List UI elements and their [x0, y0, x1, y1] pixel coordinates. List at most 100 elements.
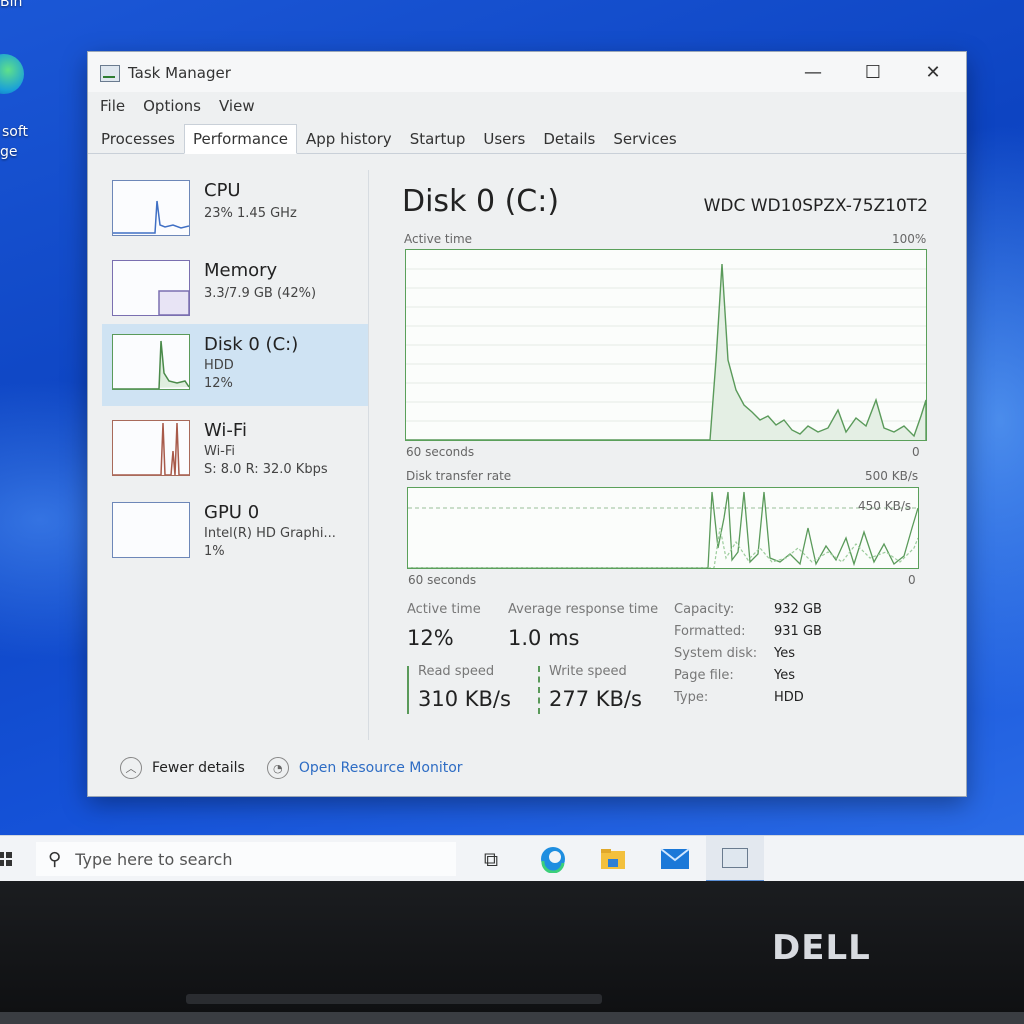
resource-monitor-icon: ◔	[266, 757, 289, 779]
active-time-graph-max: 100%	[892, 232, 927, 246]
fewer-details-label: Fewer details	[152, 760, 245, 776]
property-value: Yes	[774, 646, 795, 661]
sidebar-item-detail: Wi-Fi	[204, 444, 236, 459]
sidebar-item-label: Wi-Fi	[204, 420, 247, 441]
write-speed-label: Write speed	[549, 664, 627, 679]
open-resource-monitor-link[interactable]: ◔ Open Resource Monitor	[266, 757, 463, 779]
transfer-rate-graph-label: Disk transfer rate	[406, 469, 512, 483]
sidebar-item-detail-2: 1%	[204, 544, 225, 559]
read-speed-marker	[407, 666, 409, 714]
fewer-details-button[interactable]: ︿ Fewer details	[120, 757, 245, 779]
property-value: 931 GB	[774, 624, 822, 639]
transfer-rate-graph: 450 KB/s	[407, 487, 919, 569]
tab-users[interactable]: Users	[474, 124, 534, 153]
tab-performance[interactable]: Performance	[183, 124, 298, 154]
sidebar-item-detail: Intel(R) HD Graphi...	[204, 526, 336, 541]
sidebar-item-detail-2: S: 8.0 R: 32.0 Kbps	[204, 462, 328, 477]
tab-app-history[interactable]: App history	[297, 124, 401, 153]
sidebar-item-label: GPU 0	[204, 502, 260, 523]
laptop-hinge	[186, 994, 602, 1004]
write-speed-value: 277 KB/s	[549, 687, 642, 711]
property-name: Formatted:	[674, 624, 746, 639]
minimize-button[interactable]: —	[790, 58, 836, 86]
sidebar-item-memory[interactable]: Memory 3.3/7.9 GB (42%)	[102, 250, 368, 332]
menu-bar: File Options View	[88, 92, 966, 120]
sidebar-item-detail: 3.3/7.9 GB (42%)	[204, 286, 317, 301]
property-value: HDD	[774, 690, 804, 705]
window-title: Task Manager	[128, 64, 231, 82]
open-resource-monitor-label: Open Resource Monitor	[298, 760, 463, 776]
maximize-button[interactable]: ☐	[850, 58, 896, 86]
active-time-graph-time: 60 seconds	[406, 445, 475, 459]
property-value: Yes	[774, 668, 795, 683]
wifi-thumbnail-graph	[112, 420, 190, 476]
memory-thumbnail-graph	[112, 260, 190, 316]
task-view-icon[interactable]: ⧉	[476, 844, 506, 874]
sidebar-item-cpu[interactable]: CPU 23% 1.45 GHz	[102, 170, 368, 252]
search-icon: ⚲	[48, 848, 62, 870]
start-button[interactable]	[0, 852, 12, 866]
property-name: Type:	[674, 690, 709, 705]
property-name: Page file:	[674, 668, 734, 683]
taskbar: ⚲ Type here to search ⧉	[0, 835, 1024, 882]
task-manager-icon	[100, 65, 120, 82]
mail-icon[interactable]	[660, 844, 690, 874]
sidebar-item-wifi[interactable]: Wi-Fi Wi-Fi S: 8.0 R: 32.0 Kbps	[102, 410, 368, 492]
avg-response-value: 1.0 ms	[508, 626, 580, 650]
task-manager-window: Task Manager — ☐ ✕ File Options View Pro…	[88, 52, 966, 796]
task-manager-taskbar-button[interactable]	[706, 836, 764, 882]
sidebar-item-gpu0[interactable]: GPU 0 Intel(R) HD Graphi... 1%	[102, 492, 368, 574]
menu-file[interactable]: File	[100, 97, 125, 115]
cpu-thumbnail-graph	[112, 180, 190, 236]
page-title: Disk 0 (C:)	[402, 184, 560, 219]
desktop-icon-label-edge-1[interactable]: soft	[2, 124, 28, 140]
taskbar-search[interactable]: ⚲ Type here to search	[36, 842, 456, 876]
sidebar-item-detail: 23% 1.45 GHz	[204, 206, 297, 221]
tab-details[interactable]: Details	[534, 124, 604, 153]
search-placeholder: Type here to search	[75, 849, 233, 869]
edge-icon[interactable]	[538, 844, 568, 874]
write-speed-marker	[538, 666, 540, 714]
window-footer: ︿ Fewer details ◔ Open Resource Monitor	[120, 756, 463, 780]
sidebar-item-label: Memory	[204, 260, 278, 281]
desktop-icon-label-recycle[interactable]: Bin	[0, 0, 22, 10]
read-speed-value: 310 KB/s	[418, 687, 511, 711]
sidebar-item-label: Disk 0 (C:)	[204, 334, 299, 355]
read-speed-label: Read speed	[418, 664, 495, 679]
performance-sidebar: CPU 23% 1.45 GHz Memory 3.3/7.9 GB (42%)…	[102, 170, 369, 740]
tab-bar: Processes Performance App history Startu…	[88, 124, 966, 154]
close-button[interactable]: ✕	[910, 58, 956, 86]
sidebar-item-detail: HDD	[204, 358, 234, 373]
active-time-graph-label: Active time	[404, 232, 473, 246]
edge-desktop-icon[interactable]	[0, 54, 24, 94]
title-bar[interactable]: Task Manager — ☐ ✕	[88, 52, 966, 92]
disk-model: WDC WD10SPZX-75Z10T2	[703, 196, 928, 216]
menu-view[interactable]: View	[219, 97, 255, 115]
tab-processes[interactable]: Processes	[92, 124, 184, 153]
property-name: Capacity:	[674, 602, 735, 617]
desktop-icon-label-edge-2[interactable]: ge	[0, 144, 18, 160]
transfer-rate-graph-max: 500 KB/s	[865, 469, 919, 483]
laptop-base	[0, 1012, 1024, 1024]
active-time-graph-min: 0	[912, 445, 920, 459]
active-time-graph-svg	[406, 263, 926, 440]
sidebar-item-disk0[interactable]: Disk 0 (C:) HDD 12%	[102, 324, 368, 406]
file-explorer-icon[interactable]	[598, 844, 628, 874]
active-time-label: Active time	[407, 602, 481, 617]
task-manager-taskbar-icon	[722, 848, 748, 868]
menu-options[interactable]: Options	[143, 97, 201, 115]
sidebar-item-detail-2: 12%	[204, 376, 233, 391]
sidebar-item-label: CPU	[204, 180, 241, 201]
avg-response-label: Average response time	[508, 602, 659, 617]
gpu-thumbnail-graph	[112, 502, 190, 558]
property-value: 932 GB	[774, 602, 822, 617]
transfer-rate-graph-svg	[408, 491, 918, 568]
tab-startup[interactable]: Startup	[401, 124, 475, 153]
transfer-rate-graph-min: 0	[908, 573, 916, 587]
transfer-rate-graph-mid: 450 KB/s	[858, 499, 912, 513]
dell-logo: DELL	[772, 928, 871, 968]
tab-services[interactable]: Services	[604, 124, 685, 153]
transfer-rate-graph-time: 60 seconds	[408, 573, 477, 587]
chevron-up-icon: ︿	[120, 757, 142, 779]
disk-thumbnail-graph	[112, 334, 190, 390]
